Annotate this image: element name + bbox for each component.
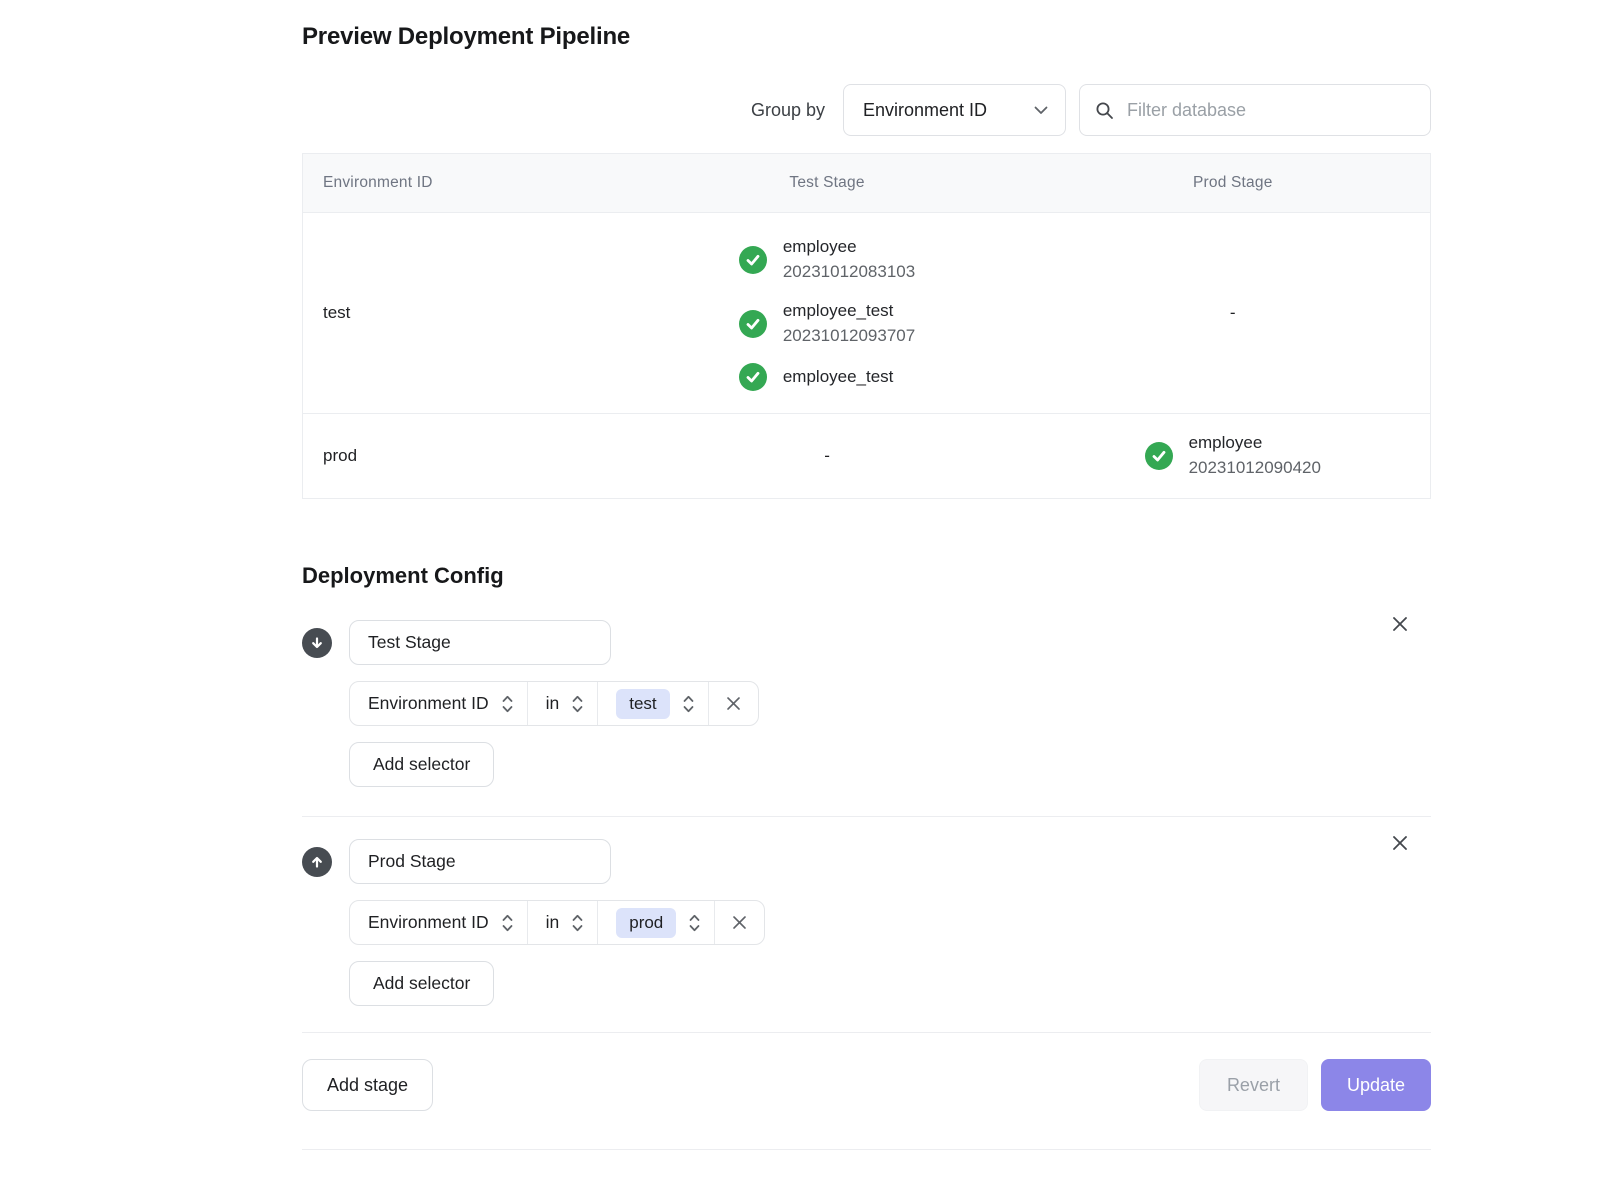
selector-value-chip: test bbox=[616, 689, 669, 719]
main-panel: Preview Deployment Pipeline Group by Env… bbox=[302, 0, 1431, 1150]
deployment-item: employee_test bbox=[739, 363, 894, 391]
updown-spinner-icon bbox=[682, 694, 695, 714]
close-icon[interactable] bbox=[1388, 612, 1412, 636]
database-version: 20231012083103 bbox=[783, 259, 915, 285]
group-by-label: Group by bbox=[751, 100, 825, 121]
environment-id-cell: prod bbox=[323, 446, 357, 465]
deployment-item: employee_test 20231012093707 bbox=[739, 299, 915, 349]
table-row-prod: prod - employee 20231012090420 bbox=[303, 413, 1430, 498]
footer-divider bbox=[302, 1032, 1431, 1033]
close-icon[interactable] bbox=[1388, 831, 1412, 855]
selector-key-select[interactable]: Environment ID bbox=[350, 682, 528, 725]
pipeline-table: Environment ID Test Stage Prod Stage tes… bbox=[302, 153, 1431, 499]
remove-selector-icon[interactable] bbox=[715, 901, 764, 944]
deployment-config-title: Deployment Config bbox=[302, 563, 1431, 589]
add-selector-button[interactable]: Add selector bbox=[349, 742, 494, 787]
deployment-item: employee 20231012083103 bbox=[739, 235, 915, 285]
footer-actions: Add stage Revert Update bbox=[302, 1059, 1431, 1111]
stage-block-prod: Environment ID in prod bbox=[302, 839, 1431, 1006]
updown-spinner-icon bbox=[501, 913, 514, 933]
check-circle-icon bbox=[1145, 442, 1173, 470]
column-header-environment-id: Environment ID bbox=[303, 154, 619, 212]
arrow-down-circle-icon bbox=[302, 628, 332, 658]
database-name: employee_test bbox=[783, 299, 915, 323]
test-stage-empty-cell: - bbox=[824, 446, 830, 466]
toolbar: Group by Environment ID bbox=[302, 84, 1431, 136]
selector-value-select[interactable]: prod bbox=[598, 901, 715, 944]
check-circle-icon bbox=[739, 363, 767, 391]
check-circle-icon bbox=[739, 310, 767, 338]
add-stage-button[interactable]: Add stage bbox=[302, 1059, 433, 1111]
bottom-divider bbox=[302, 1149, 1431, 1150]
updown-spinner-icon bbox=[571, 694, 584, 714]
filter-database-input[interactable] bbox=[1125, 99, 1415, 122]
selector-operator-select[interactable]: in bbox=[528, 901, 599, 944]
database-name: employee_test bbox=[783, 365, 894, 389]
updown-spinner-icon bbox=[501, 694, 514, 714]
group-by-select[interactable]: Environment ID bbox=[843, 84, 1066, 136]
selector-key-select[interactable]: Environment ID bbox=[350, 901, 528, 944]
chevron-down-icon bbox=[1034, 106, 1048, 115]
selector-row: Environment ID in test bbox=[349, 681, 759, 726]
filter-database-field[interactable] bbox=[1079, 84, 1431, 136]
database-version: 20231012090420 bbox=[1189, 455, 1321, 481]
selector-value-chip: prod bbox=[616, 908, 676, 938]
update-button[interactable]: Update bbox=[1321, 1059, 1431, 1111]
stage-name-input[interactable] bbox=[349, 620, 611, 665]
column-header-prod-stage: Prod Stage bbox=[1036, 154, 1430, 212]
test-stage-cell: employee 20231012083103 employee_test 20… bbox=[739, 215, 915, 411]
database-name: employee bbox=[1189, 431, 1321, 455]
page-title: Preview Deployment Pipeline bbox=[302, 23, 1431, 51]
table-header: Environment ID Test Stage Prod Stage bbox=[303, 154, 1430, 213]
add-selector-button[interactable]: Add selector bbox=[349, 961, 494, 1006]
environment-id-cell: test bbox=[323, 303, 350, 322]
prod-stage-empty-cell: - bbox=[1230, 303, 1236, 323]
arrow-up-circle-icon bbox=[302, 847, 332, 877]
remove-selector-icon[interactable] bbox=[709, 682, 758, 725]
selector-operator-select[interactable]: in bbox=[528, 682, 599, 725]
database-version: 20231012093707 bbox=[783, 323, 915, 349]
selector-value-select[interactable]: test bbox=[598, 682, 708, 725]
column-header-test-stage: Test Stage bbox=[619, 154, 1036, 212]
updown-spinner-icon bbox=[571, 913, 584, 933]
stage-name-input[interactable] bbox=[349, 839, 611, 884]
revert-button[interactable]: Revert bbox=[1199, 1059, 1308, 1111]
group-by-value: Environment ID bbox=[863, 100, 987, 121]
check-circle-icon bbox=[739, 246, 767, 274]
selector-row: Environment ID in prod bbox=[349, 900, 765, 945]
table-row-test: test employee 20231012083103 bbox=[303, 213, 1430, 413]
stage-block-test: Environment ID in test bbox=[302, 620, 1431, 787]
deployment-item: employee 20231012090420 bbox=[1145, 431, 1321, 481]
updown-spinner-icon bbox=[688, 913, 701, 933]
database-name: employee bbox=[783, 235, 915, 259]
stage-divider bbox=[302, 816, 1431, 817]
search-icon bbox=[1095, 101, 1114, 120]
